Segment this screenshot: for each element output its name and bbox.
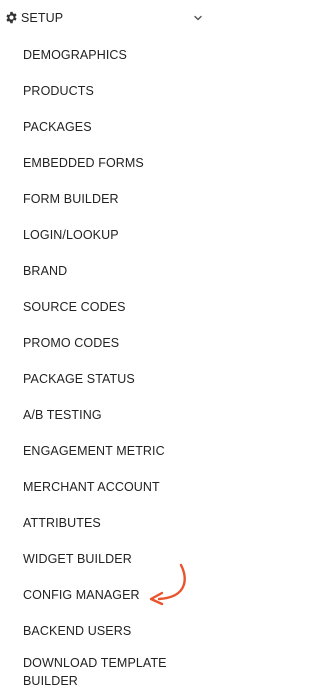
menu-item-label: PROMO CODES <box>23 336 120 350</box>
menu-item-download-template-builder[interactable]: DOWNLOAD TEMPLATE BUILDER <box>0 654 214 690</box>
menu-item-label: DOWNLOAD TEMPLATE BUILDER <box>23 656 167 688</box>
menu-item-products[interactable]: PRODUCTS <box>0 72 214 108</box>
menu-item-label: DEMOGRAPHICS <box>23 48 127 62</box>
menu-item-source-codes[interactable]: SOURCE CODES <box>0 288 214 324</box>
chevron-down-icon[interactable] <box>192 10 204 21</box>
menu-item-ab-testing[interactable]: A/B TESTING <box>0 396 214 432</box>
menu-item-login-lookup[interactable]: LOGIN/LOOKUP <box>0 216 214 252</box>
setup-label: SETUP <box>21 11 64 25</box>
menu-item-label: A/B TESTING <box>23 408 102 422</box>
menu-item-label: WIDGET BUILDER <box>23 552 132 566</box>
menu-item-demographics[interactable]: DEMOGRAPHICS <box>0 36 214 72</box>
menu-item-label: FORM BUILDER <box>23 192 119 206</box>
menu-item-promo-codes[interactable]: PROMO CODES <box>0 324 214 360</box>
setup-menu-header[interactable]: SETUP <box>0 0 214 36</box>
menu-item-label: ENGAGEMENT METRIC <box>23 444 165 458</box>
menu-item-label: PACKAGES <box>23 120 92 134</box>
menu-item-label: SOURCE CODES <box>23 300 126 314</box>
menu-item-packages[interactable]: PACKAGES <box>0 108 214 144</box>
menu-item-engagement-metric[interactable]: ENGAGEMENT METRIC <box>0 432 214 468</box>
menu-item-label: CONFIG MANAGER <box>23 588 140 602</box>
menu-item-label: BRAND <box>23 264 68 278</box>
menu-item-attributes[interactable]: ATTRIBUTES <box>0 504 214 540</box>
menu-item-label: EMBEDDED FORMS <box>23 156 144 170</box>
menu-item-label: PACKAGE STATUS <box>23 372 135 386</box>
menu-item-backend-users[interactable]: BACKEND USERS <box>0 612 214 648</box>
menu-item-brand[interactable]: BRAND <box>0 252 214 288</box>
menu-item-label: MERCHANT ACCOUNT <box>23 480 160 494</box>
menu-item-label: PRODUCTS <box>23 84 94 98</box>
gear-icon <box>5 11 18 24</box>
menu-item-merchant-account[interactable]: MERCHANT ACCOUNT <box>0 468 214 504</box>
menu-item-embedded-forms[interactable]: EMBEDDED FORMS <box>0 144 214 180</box>
menu-item-label: ATTRIBUTES <box>23 516 101 530</box>
menu-item-form-builder[interactable]: FORM BUILDER <box>0 180 214 216</box>
menu-item-label: BACKEND USERS <box>23 624 132 638</box>
curved-arrow-icon <box>145 563 191 607</box>
menu-item-package-status[interactable]: PACKAGE STATUS <box>0 360 214 396</box>
menu-item-label: LOGIN/LOOKUP <box>23 228 119 242</box>
